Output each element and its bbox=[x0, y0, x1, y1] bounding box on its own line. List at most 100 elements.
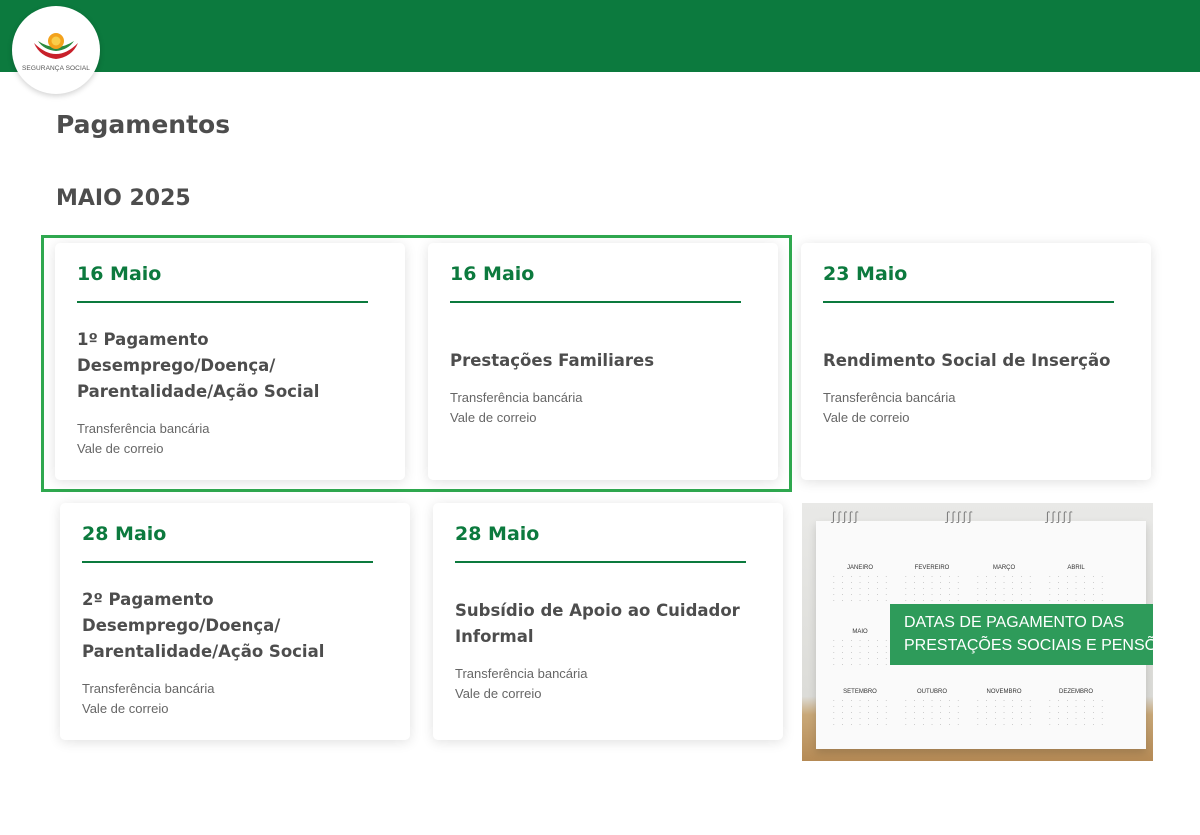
calendar-day-cell: · bbox=[868, 650, 870, 655]
calendar-day-cell: · bbox=[905, 580, 907, 585]
calendar-month-name: ABRIL bbox=[1067, 565, 1085, 571]
calendar-day-cell: · bbox=[1049, 704, 1051, 709]
calendar-day-cell: · bbox=[1057, 598, 1060, 603]
payment-card[interactable]: 28 Maio Subsídio de Apoio ao Cuidador In… bbox=[433, 503, 783, 740]
payment-card[interactable]: 16 Maio 1º Pagamento Desemprego/Doença/ … bbox=[55, 243, 405, 480]
calendar-day-cell: · bbox=[905, 592, 907, 597]
calendar-day-cell: · bbox=[1066, 716, 1068, 721]
calendar-month-name: DEZEMBRO bbox=[1058, 689, 1093, 695]
calendar-day-cell: · bbox=[1057, 716, 1060, 721]
calendar-day-cell: · bbox=[957, 710, 959, 715]
calendar-day-cell: · bbox=[841, 574, 844, 579]
calendar-month: SETEMBRO · · · · · · · · · · · · · · · · · · · · · · · · · · · · · · ·… bbox=[830, 689, 890, 727]
calendar-day-cell: · bbox=[948, 722, 951, 727]
payment-methods: Transferência bancária Vale de correio bbox=[77, 419, 385, 459]
calendar-day-cell: · bbox=[948, 710, 951, 715]
calendar-day-cell: · bbox=[1075, 580, 1077, 585]
calendar-month-name: JANEIRO bbox=[846, 565, 873, 571]
calendar-day-cell: · bbox=[985, 586, 988, 591]
calendar-day-cell: · bbox=[940, 574, 942, 579]
calendar-day-cell: · bbox=[957, 592, 959, 597]
calendar-day-cell: · bbox=[885, 592, 887, 597]
calendar-rings: ∫∫∫∫∫ ∫∫∫∫∫ ∫∫∫∫∫ bbox=[816, 511, 1146, 533]
calendar-day-cell: · bbox=[985, 574, 988, 579]
calendar-day-cell: · bbox=[913, 598, 916, 603]
card-body: Prestações Familiares Transferência banc… bbox=[450, 325, 758, 450]
calendar-day-cell: · bbox=[868, 638, 870, 643]
calendar-day-cell: · bbox=[977, 574, 979, 579]
calendar-day-cell: · bbox=[859, 656, 861, 661]
calendar-day-cell: · bbox=[885, 638, 887, 643]
card-divider bbox=[82, 561, 373, 563]
payment-method: Transferência bancária bbox=[82, 680, 215, 696]
calendar-day-cell: · bbox=[833, 710, 835, 715]
payment-card[interactable]: 23 Maio Rendimento Social de Inserção Tr… bbox=[801, 243, 1151, 480]
calendar-day-cell: · bbox=[905, 716, 907, 721]
calendar-day-cell: · bbox=[905, 710, 907, 715]
calendar-month-grid: · · · · · · · · · · · · · · · · · · · · · · · · · · · · · · · · · · · bbox=[830, 698, 890, 727]
calendar-day-cell: · bbox=[1066, 598, 1068, 603]
calendar-day-cell: · bbox=[850, 644, 852, 649]
calendar-day-cell: · bbox=[1003, 598, 1005, 603]
calendar-day-cell: · bbox=[985, 592, 988, 597]
card-title: 2º Pagamento Desemprego/Doença/ Parental… bbox=[82, 589, 325, 661]
calendar-day-cell: · bbox=[1092, 704, 1095, 709]
calendar-day-cell: · bbox=[1049, 722, 1051, 727]
calendar-day-cell: · bbox=[1029, 598, 1031, 603]
calendar-month: MAIO · · · · · · · · · · · · · · · · · · · · · · · · · · · · · · · · · · · bbox=[830, 629, 890, 667]
calendar-day-cell: · bbox=[859, 710, 861, 715]
calendar-day-cell: · bbox=[868, 662, 870, 667]
payment-method: Vale de correio bbox=[77, 440, 164, 456]
calendar-day-cell: · bbox=[1012, 592, 1014, 597]
calendar-day-cell: · bbox=[833, 698, 835, 703]
calendar-day-cell: · bbox=[922, 580, 924, 585]
calendar-day-cell: · bbox=[948, 698, 951, 703]
calendar-day-cell: · bbox=[833, 650, 835, 655]
calendar-day-cell: · bbox=[1066, 574, 1068, 579]
card-divider bbox=[77, 301, 368, 303]
calendar-day-cell: · bbox=[931, 598, 933, 603]
payment-dates-promo[interactable]: ∫∫∫∫∫ ∫∫∫∫∫ ∫∫∫∫∫ JANEIRO · · · · · · · · · · · · · ·… bbox=[802, 503, 1153, 761]
calendar-day-cell: · bbox=[1029, 710, 1031, 715]
calendar-day-cell: · bbox=[1020, 580, 1023, 585]
payment-method: Transferência bancária bbox=[455, 665, 588, 681]
calendar-day-cell: · bbox=[994, 574, 996, 579]
calendar-day-cell: · bbox=[948, 598, 951, 603]
calendar-day-cell: · bbox=[1012, 598, 1014, 603]
calendar-day-cell: · bbox=[1101, 574, 1103, 579]
calendar-day-cell: · bbox=[994, 580, 996, 585]
calendar-day-cell: · bbox=[1101, 598, 1103, 603]
calendar-day-cell: · bbox=[885, 656, 887, 661]
calendar-day-cell: · bbox=[876, 638, 879, 643]
payment-card[interactable]: 28 Maio 2º Pagamento Desemprego/Doença/ … bbox=[60, 503, 410, 740]
calendar-day-cell: · bbox=[905, 722, 907, 727]
calendar-day-cell: · bbox=[977, 710, 979, 715]
calendar-day-cell: · bbox=[1029, 722, 1031, 727]
calendar-day-cell: · bbox=[841, 598, 844, 603]
calendar-day-cell: · bbox=[922, 716, 924, 721]
calendar-day-cell: · bbox=[940, 586, 942, 591]
calendar-day-cell: · bbox=[1101, 592, 1103, 597]
calendar-day-cell: · bbox=[1029, 698, 1031, 703]
calendar-day-cell: · bbox=[1084, 580, 1086, 585]
calendar-day-cell: · bbox=[977, 586, 979, 591]
calendar-day-cell: · bbox=[885, 710, 887, 715]
calendar-day-cell: · bbox=[1092, 586, 1095, 591]
calendar-day-cell: · bbox=[859, 698, 861, 703]
payment-card[interactable]: 16 Maio Prestações Familiares Transferên… bbox=[428, 243, 778, 480]
calendar-day-cell: · bbox=[913, 580, 916, 585]
calendar-day-cell: · bbox=[905, 586, 907, 591]
calendar-day-cell: · bbox=[885, 598, 887, 603]
calendar-day-cell: · bbox=[1066, 698, 1068, 703]
seguranca-social-logo[interactable]: SEGURANÇA SOCIAL bbox=[12, 6, 100, 94]
card-divider bbox=[823, 301, 1114, 303]
calendar-day-cell: · bbox=[957, 586, 959, 591]
calendar-day-cell: · bbox=[1003, 716, 1005, 721]
calendar-day-cell: · bbox=[977, 580, 979, 585]
calendar-day-cell: · bbox=[940, 698, 942, 703]
calendar-day-cell: · bbox=[1092, 722, 1095, 727]
calendar-day-cell: · bbox=[905, 698, 907, 703]
calendar-day-cell: · bbox=[977, 722, 979, 727]
card-date: 28 Maio bbox=[82, 523, 167, 545]
calendar-day-cell: · bbox=[841, 586, 844, 591]
